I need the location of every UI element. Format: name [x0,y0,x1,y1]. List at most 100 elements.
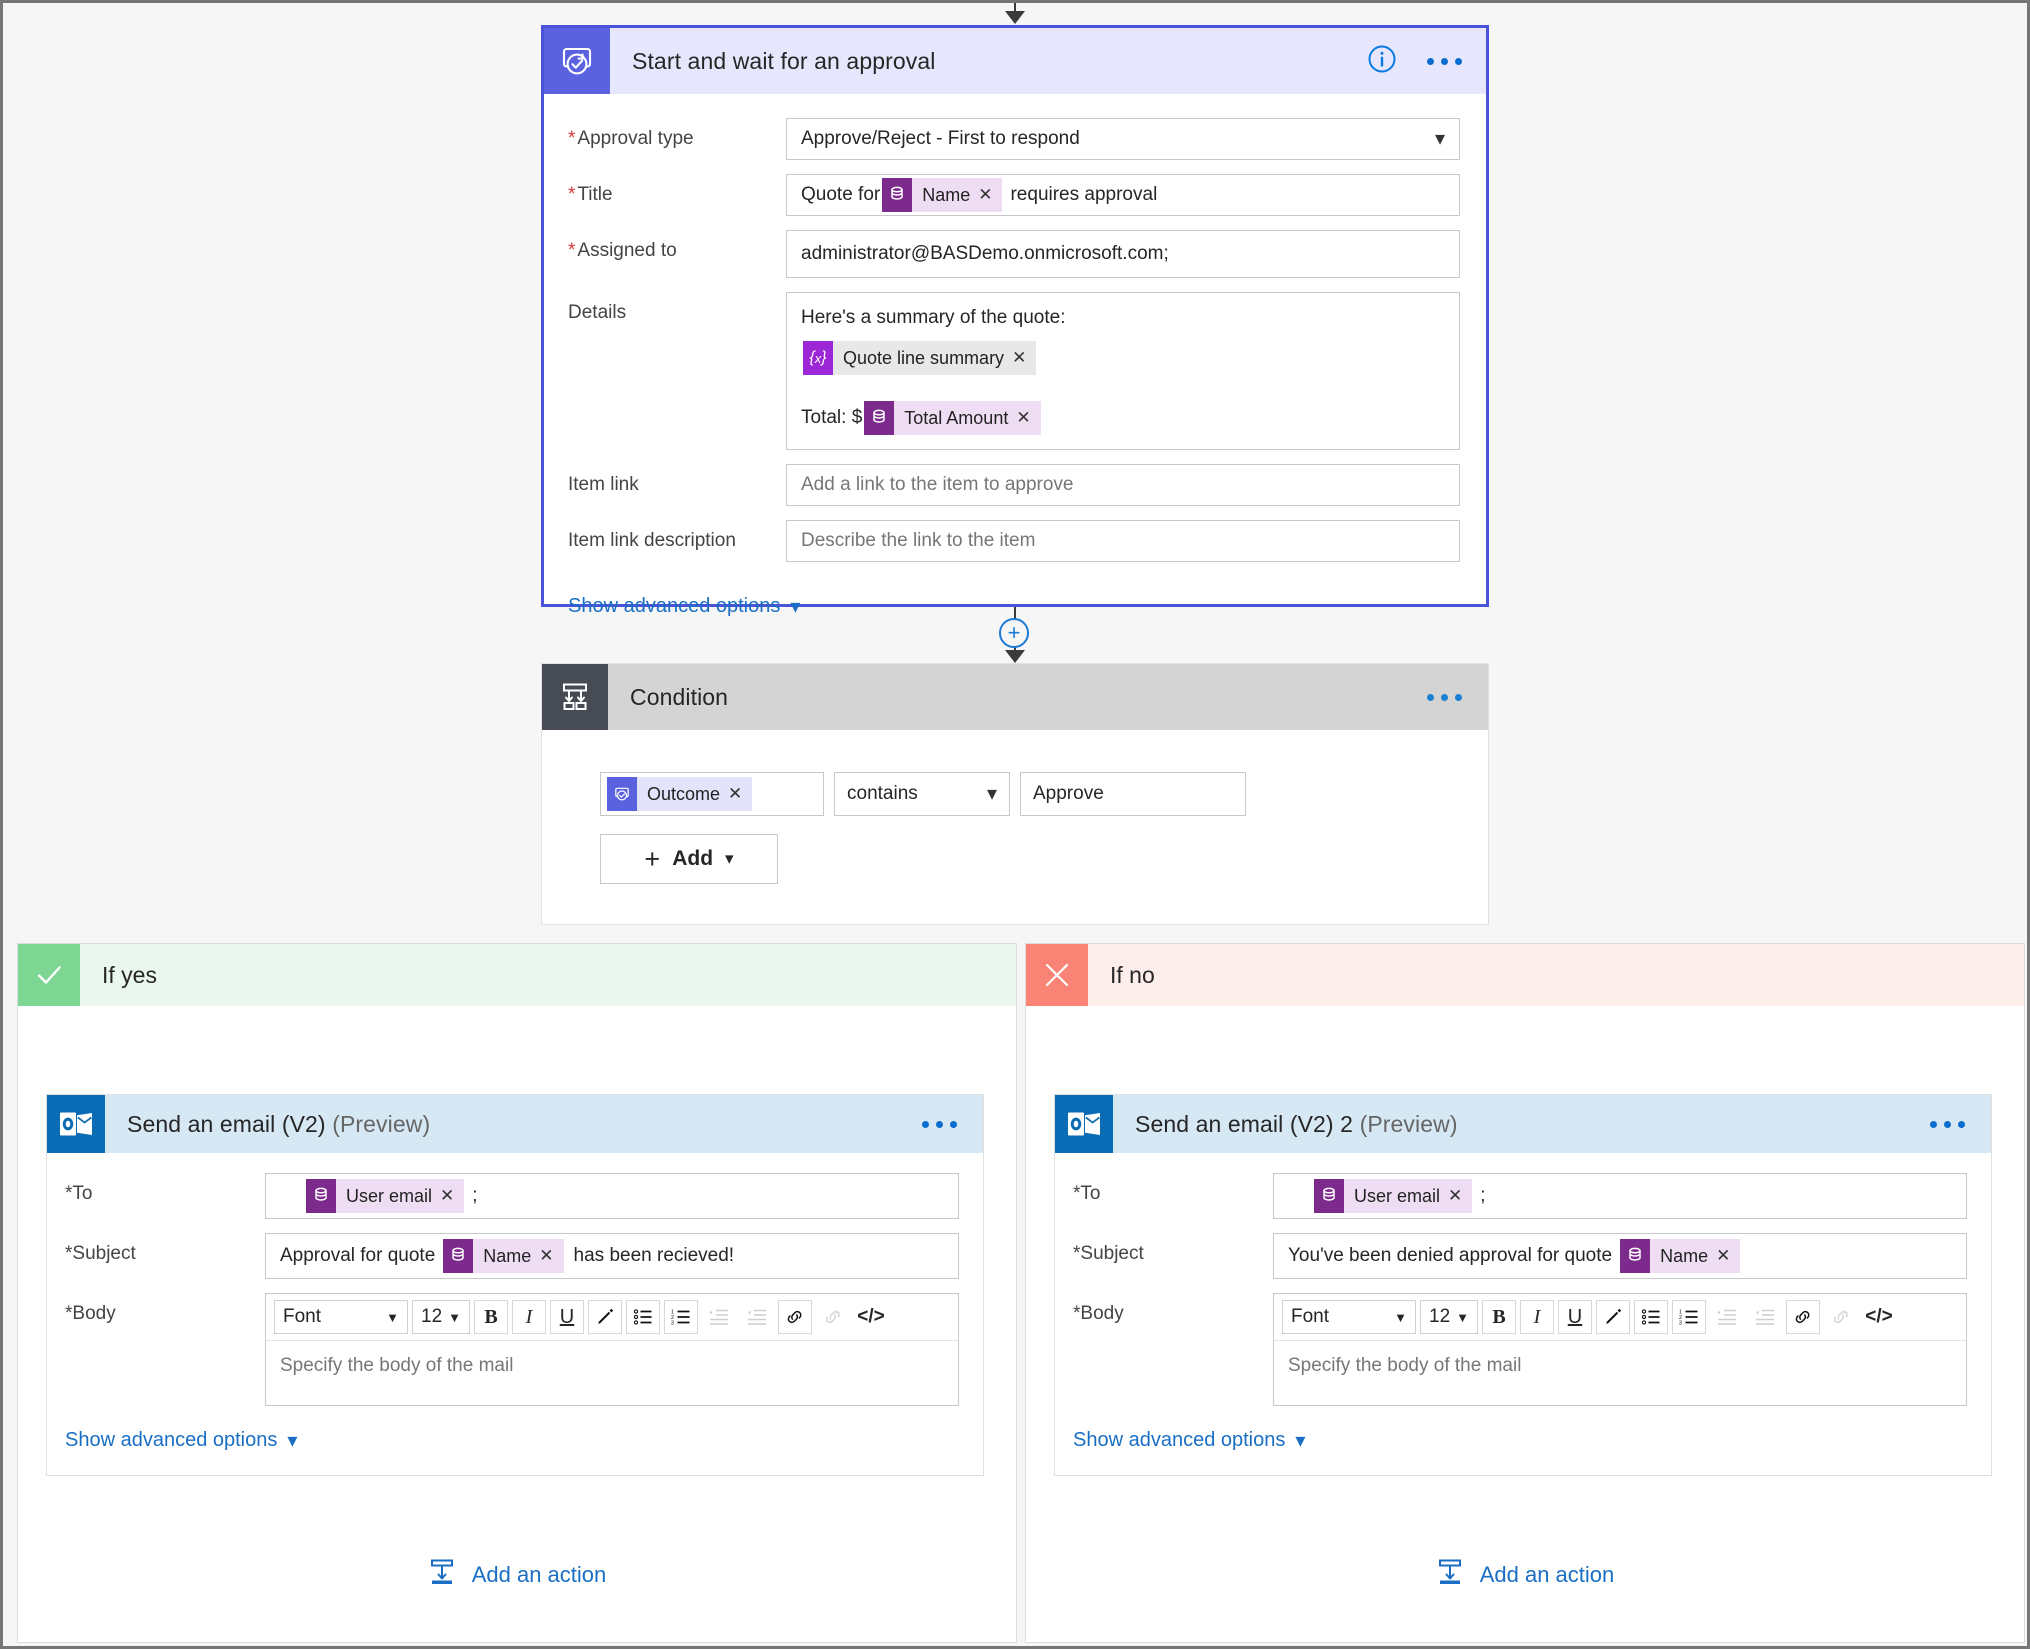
token-name[interactable]: Name ✕ [443,1239,564,1273]
more-options-icon[interactable] [922,1120,983,1128]
link-icon[interactable] [778,1300,813,1334]
add-an-action-button-no[interactable]: Add an action [1026,1558,2024,1592]
title-input[interactable]: Quote for Name ✕ requires approval [786,174,1460,216]
assigned-to-input[interactable]: administrator@BASDemo.onmicrosoft.com; [786,230,1460,278]
if-no-header[interactable]: If no [1026,944,2024,1006]
token-remove-icon[interactable]: ✕ [539,1246,563,1266]
body-textarea-yes[interactable]: Specify the body of the mail [266,1341,958,1405]
token-remove-icon[interactable]: ✕ [728,784,752,804]
action-card-send-email-yes[interactable]: Send an email (V2) (Preview) *To User em [46,1094,984,1476]
item-link-input[interactable]: Add a link to the item to approve [786,464,1460,506]
info-icon[interactable] [1367,44,1397,79]
token-remove-icon[interactable]: ✕ [1012,348,1036,368]
flow-designer-canvas: Start and wait for an approval * Approval… [0,0,2030,1649]
token-remove-icon[interactable]: ✕ [1016,408,1040,428]
bullet-list-icon[interactable] [626,1300,661,1334]
font-size-select[interactable]: 12 ▼ [1420,1300,1479,1334]
send-email-show-advanced-options-yes[interactable]: Show advanced options ▾ [65,1420,297,1475]
link-icon[interactable] [1786,1300,1821,1334]
indent-icon[interactable] [1710,1300,1745,1334]
body-textarea-no[interactable]: Specify the body of the mail [1274,1341,1966,1405]
field-details: Details Here's a summary of the quote: {… [568,292,1460,450]
condition-right-operand[interactable]: Approve [1020,772,1246,816]
to-input-yes[interactable]: User email ✕ ; [265,1173,959,1219]
more-options-icon[interactable] [1427,57,1462,65]
more-options-icon[interactable] [1427,693,1488,701]
token-remove-icon[interactable]: ✕ [1716,1246,1740,1266]
outdent-icon[interactable] [740,1300,775,1334]
action-card-send-email-no[interactable]: Send an email (V2) 2 (Preview) *To User [1054,1094,1992,1476]
action-card-condition[interactable]: Condition Outcome ✕ contains ▾ Approve +… [541,663,1489,925]
bullet-list-icon[interactable] [1634,1300,1669,1334]
token-quote-line-summary[interactable]: {x} Quote line summary ✕ [803,341,1037,375]
send-email-show-advanced-options-no[interactable]: Show advanced options ▾ [1073,1420,1305,1475]
token-user-email[interactable]: User email ✕ [1314,1179,1473,1213]
chevron-down-icon: ▾ [986,783,997,805]
text-highlight-icon[interactable] [588,1300,623,1334]
subject-input-no[interactable]: You've been denied approval for quote Na… [1273,1233,1967,1279]
if-no-label: If no [1110,961,1155,988]
condition-operator-select[interactable]: contains ▾ [834,772,1010,816]
token-name[interactable]: Name ✕ [1620,1239,1741,1273]
token-remove-icon[interactable]: ✕ [978,185,1002,205]
chevron-down-icon: ▼ [1456,1309,1470,1325]
send-email-header-yes[interactable]: Send an email (V2) (Preview) [47,1095,983,1153]
condition-card-header[interactable]: Condition [542,664,1488,730]
condition-add-button[interactable]: + Add ▾ [600,834,778,884]
bold-icon[interactable]: B [474,1300,509,1334]
token-remove-icon[interactable]: ✕ [440,1186,464,1206]
if-yes-header[interactable]: If yes [18,944,1016,1006]
underline-icon[interactable]: U [1558,1300,1593,1334]
bold-icon[interactable]: B [1482,1300,1517,1334]
font-family-select[interactable]: Font ▼ [274,1300,408,1334]
indent-icon[interactable] [702,1300,737,1334]
approval-type-select[interactable]: Approve/Reject - First to respond ▾ [786,118,1460,160]
underline-icon[interactable]: U [550,1300,585,1334]
token-remove-icon[interactable]: ✕ [1448,1186,1472,1206]
subject-input-yes[interactable]: Approval for quote Name ✕ has been recie… [265,1233,959,1279]
unlink-icon[interactable] [816,1300,851,1334]
token-outcome[interactable]: Outcome ✕ [607,777,753,811]
unlink-icon[interactable] [1824,1300,1859,1334]
approval-card-header[interactable]: Start and wait for an approval [544,28,1486,94]
field-body-no: *Body Font ▼ 12 ▼ B I U 1 2 3 </> Specif… [1073,1293,1967,1406]
approval-icon [607,777,637,811]
token-name[interactable]: Name ✕ [882,178,1003,212]
assigned-to-label: * Assigned to [568,240,677,261]
send-email-header-no[interactable]: Send an email (V2) 2 (Preview) [1055,1095,1991,1153]
insert-step-button[interactable]: + [999,618,1029,648]
add-an-action-button-yes[interactable]: Add an action [18,1558,1016,1592]
approval-show-advanced-options[interactable]: Show advanced options ▾ [568,576,800,619]
numbered-list-icon[interactable]: 123 [1672,1300,1707,1334]
condition-left-operand[interactable]: Outcome ✕ [600,772,824,816]
italic-icon[interactable]: I [512,1300,547,1334]
more-options-icon[interactable] [1930,1120,1991,1128]
numbered-list-icon[interactable]: 123 [664,1300,699,1334]
to-input-no[interactable]: User email ✕ ; [1273,1173,1967,1219]
check-icon [18,944,80,1006]
outlook-icon [47,1095,105,1153]
approval-card-title: Start and wait for an approval [632,47,936,74]
body-rich-text-editor-yes[interactable]: Font ▼ 12 ▼ B I U 1 2 3 </> Specify the … [265,1293,959,1406]
font-family-select[interactable]: Font ▼ [1282,1300,1416,1334]
token-total-amount[interactable]: Total Amount ✕ [864,401,1041,435]
expression-icon: {x} [803,341,833,375]
outdent-icon[interactable] [1748,1300,1783,1334]
condition-operator-value: contains [847,783,918,804]
details-input[interactable]: Here's a summary of the quote: {x} Quote… [786,292,1460,450]
database-icon [306,1179,336,1213]
font-family-value: Font [283,1306,322,1327]
token-user-email[interactable]: User email ✕ [306,1179,465,1213]
code-view-icon[interactable]: </> [854,1300,889,1334]
svg-text:3: 3 [1679,1321,1682,1326]
field-item-link-description: Item link description Describe the link … [568,520,1460,562]
italic-icon[interactable]: I [1520,1300,1555,1334]
subject-text-before-yes: Approval for quote [280,1245,436,1266]
body-rich-text-editor-no[interactable]: Font ▼ 12 ▼ B I U 1 2 3 </> Specify the … [1273,1293,1967,1406]
action-card-approval[interactable]: Start and wait for an approval * Approval… [541,25,1489,618]
text-highlight-icon[interactable] [1596,1300,1631,1334]
item-link-description-input[interactable]: Describe the link to the item [786,520,1460,562]
font-size-select[interactable]: 12 ▼ [412,1300,471,1334]
plus-icon: + [644,843,661,874]
code-view-icon[interactable]: </> [1862,1300,1897,1334]
